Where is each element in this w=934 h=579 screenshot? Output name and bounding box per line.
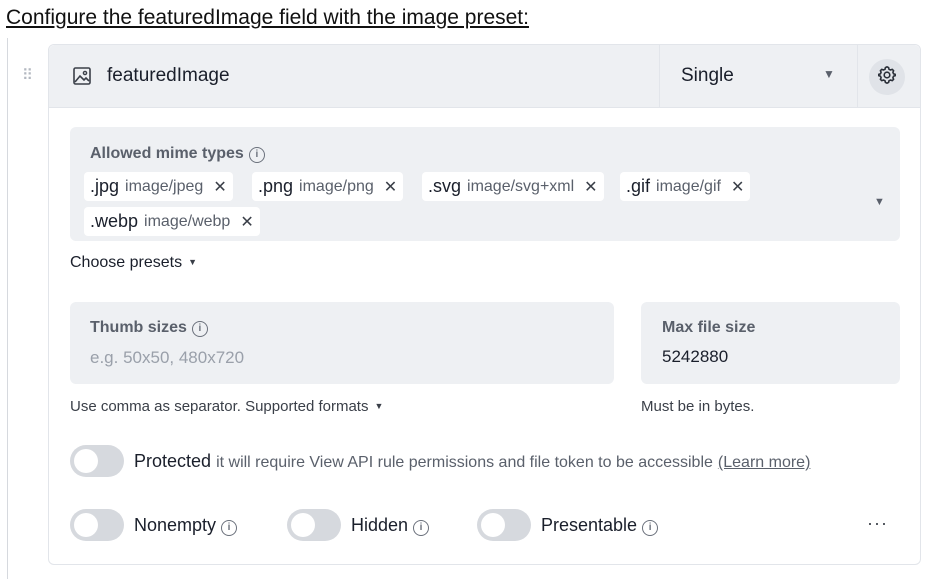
info-icon[interactable]: i xyxy=(413,520,430,536)
chip-mime: image/webp xyxy=(144,212,231,230)
chevron-down-icon[interactable]: ▼ xyxy=(374,401,383,411)
chip-mime: image/png xyxy=(299,177,374,195)
info-icon[interactable]: i xyxy=(642,520,659,536)
mime-types-field[interactable]: Allowed mime types i .jpg image/jpeg ✕ .p… xyxy=(70,127,900,241)
more-options-button[interactable]: ··· xyxy=(867,513,888,534)
hidden-toggle[interactable] xyxy=(287,509,341,541)
mime-chip-png: .png image/png ✕ xyxy=(252,172,404,201)
header-divider xyxy=(857,45,858,107)
protected-label: Protected it will require View API rule … xyxy=(134,451,810,472)
close-icon[interactable]: ✕ xyxy=(240,212,253,232)
protected-label-text: Protected xyxy=(134,451,212,471)
toggle-knob xyxy=(74,513,98,537)
protected-toggle[interactable] xyxy=(70,445,124,477)
protected-description: it will require View API rule permission… xyxy=(216,454,713,471)
chip-mime: image/jpeg xyxy=(125,177,204,195)
thumb-sizes-help: Use comma as separator. Supported format… xyxy=(70,398,383,415)
drag-handle-icon[interactable]: ⠿ xyxy=(22,66,36,86)
info-icon[interactable]: i xyxy=(221,520,238,536)
chip-ext: .gif xyxy=(626,176,651,196)
left-rule xyxy=(7,38,8,579)
info-icon[interactable]: i xyxy=(248,147,265,163)
thumb-sizes-help-text: Use comma as separator. Supported format… xyxy=(70,398,369,415)
close-icon[interactable]: ✕ xyxy=(384,177,397,197)
presentable-label-text: Presentable xyxy=(541,515,638,535)
close-icon[interactable]: ✕ xyxy=(213,177,226,197)
choose-presets-dropdown[interactable]: Choose presets ▼ xyxy=(70,254,197,272)
gear-icon xyxy=(877,65,897,90)
thumb-sizes-label: Thumb sizes i xyxy=(90,319,208,337)
thumb-sizes-input[interactable] xyxy=(90,348,590,368)
chip-mime: image/gif xyxy=(656,177,721,195)
chip-ext: .png xyxy=(258,176,294,196)
mime-types-label-text: Allowed mime types xyxy=(90,145,244,162)
thumb-sizes-field: Thumb sizes i xyxy=(70,302,614,384)
max-file-size-help: Must be in bytes. xyxy=(641,398,755,415)
max-file-size-field[interactable]: Max file size 5242880 xyxy=(641,302,900,384)
hidden-label: Hidden i xyxy=(351,515,430,536)
presentable-toggle[interactable] xyxy=(477,509,531,541)
toggle-knob xyxy=(74,449,98,473)
settings-button[interactable] xyxy=(869,59,905,95)
field-header: featuredImage Single ▼ xyxy=(49,45,920,108)
chip-mime: image/svg+xml xyxy=(467,177,575,195)
toggle-knob xyxy=(291,513,315,537)
close-icon[interactable]: ✕ xyxy=(584,177,597,197)
mime-chip-svg: .svg image/svg+xml ✕ xyxy=(422,172,604,201)
chevron-down-icon: ▼ xyxy=(188,257,197,267)
close-icon[interactable]: ✕ xyxy=(731,177,744,197)
toggle-knob xyxy=(481,513,505,537)
image-icon xyxy=(71,65,93,87)
max-file-size-label: Max file size xyxy=(662,319,756,336)
thumb-sizes-label-text: Thumb sizes xyxy=(90,319,187,336)
max-file-size-value[interactable]: 5242880 xyxy=(662,347,728,367)
nonempty-label-text: Nonempty xyxy=(134,515,217,535)
info-icon[interactable]: i xyxy=(191,321,208,337)
mime-chip-webp: .webp image/webp ✕ xyxy=(84,207,260,236)
field-card: featuredImage Single ▼ Allowed mime type… xyxy=(48,44,921,565)
chip-ext: .jpg xyxy=(90,176,120,196)
hidden-label-text: Hidden xyxy=(351,515,409,535)
learn-more-link[interactable]: (Learn more) xyxy=(718,454,810,471)
choose-presets-label: Choose presets xyxy=(70,254,183,271)
field-name[interactable]: featuredImage xyxy=(107,65,230,87)
nonempty-label: Nonempty i xyxy=(134,515,238,536)
presentable-label: Presentable i xyxy=(541,515,659,536)
mime-types-label: Allowed mime types i xyxy=(90,145,265,163)
nonempty-toggle[interactable] xyxy=(70,509,124,541)
mime-chip-jpg: .jpg image/jpeg ✕ xyxy=(84,172,233,201)
chip-ext: .webp xyxy=(90,211,139,231)
field-type-select[interactable]: Single ▼ xyxy=(660,45,857,107)
chevron-down-icon: ▼ xyxy=(823,67,835,81)
field-type-value: Single xyxy=(681,65,734,86)
mime-chip-gif: .gif image/gif ✕ xyxy=(620,172,751,201)
chip-ext: .svg xyxy=(428,176,462,196)
instruction-text: Configure the featuredImage field with t… xyxy=(6,6,529,29)
chevron-down-icon[interactable]: ▼ xyxy=(874,196,885,208)
